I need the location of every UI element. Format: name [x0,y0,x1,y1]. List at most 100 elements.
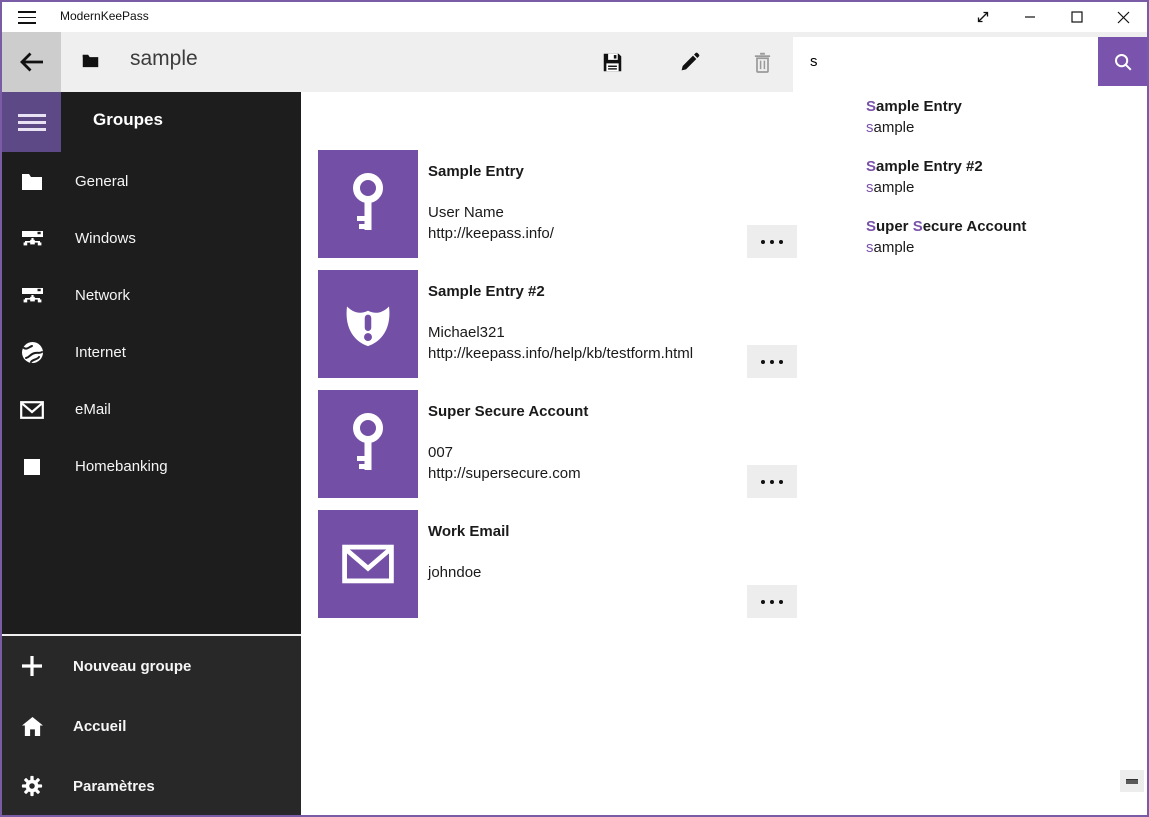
folder-icon [21,173,43,191]
database-title: sample [130,47,198,71]
sidebar-item-label: eMail [75,401,111,418]
close-button[interactable] [1100,2,1147,32]
key-icon [346,173,390,235]
sidebar: Groupes General Windows Network Internet… [2,92,301,815]
entry-tile[interactable] [318,390,418,498]
nav-hamburger-button[interactable] [2,92,61,152]
entry-title: Sample Entry [428,163,524,180]
mail-icon [342,544,394,584]
back-button[interactable] [2,32,61,92]
groups-header: Groupes [93,110,163,130]
sidebar-item-label: Accueil [73,718,126,735]
minimize-icon [1024,11,1036,23]
entry-details: Michael321http://keepass.info/help/kb/te… [428,322,693,364]
sidebar-item-icon-box [2,401,62,419]
search-suggestion-item[interactable]: Super Secure Account sample [866,209,1136,269]
search-input[interactable] [793,37,1110,86]
suggestion-subtitle: sample [866,118,1136,137]
sidebar-item-label: Internet [75,344,126,361]
entry-details: 007http://supersecure.com [428,442,581,484]
globe-icon [21,341,44,364]
more-button[interactable] [747,465,797,498]
suggestion-title: Sample Entry [866,97,1136,116]
square-icon [24,459,40,475]
save-button[interactable] [588,38,636,86]
sidebar-item-homebanking[interactable]: Homebanking [2,438,301,495]
sidebar-item-label: Homebanking [75,458,168,475]
zoom-out-button[interactable] [1120,770,1144,792]
suggestion-title: Sample Entry #2 [866,157,1136,176]
hamburger-icon [18,114,46,131]
entry-row[interactable]: Sample Entry #2 Michael321http://keepass… [317,270,799,378]
home-icon [21,716,44,737]
sidebar-item-email[interactable]: eMail [2,381,301,438]
sidebar-item-general[interactable]: General [2,153,301,210]
sidebar-item-icon-box [2,341,62,364]
sidebar-item-windows[interactable]: Windows [2,210,301,267]
group-list: General Windows Network Internet eMail H… [2,153,301,495]
sidebar-item-label: General [75,173,128,190]
search-icon [1113,52,1133,72]
network-pc-icon [21,230,44,247]
sidebar-item-accueil[interactable]: Accueil [2,696,301,756]
entry-tile[interactable] [318,150,418,258]
sidebar-item-icon-box [2,775,62,797]
sidebar-item-label: Network [75,287,130,304]
sidebar-item-icon-box [2,287,62,304]
more-button[interactable] [747,585,797,618]
sidebar-item-network[interactable]: Network [2,267,301,324]
sidebar-footer: Nouveau groupe Accueil Paramètres [2,636,301,815]
app-window: ModernKeePass sample [0,0,1149,817]
sidebar-item-icon-box [2,459,62,475]
entry-title: Sample Entry #2 [428,283,545,300]
suggestion-subtitle: sample [866,238,1136,257]
back-arrow-icon [19,51,45,73]
mail-icon [20,401,44,419]
save-icon [602,52,623,73]
entry-tile[interactable] [318,270,418,378]
sidebar-item-icon-box [2,173,62,191]
more-button[interactable] [747,225,797,258]
expand-icon [975,9,991,25]
entry-row[interactable]: Work Email johndoe [317,510,799,618]
pencil-icon [679,52,700,73]
plus-icon [21,655,43,677]
minimize-button[interactable] [1006,2,1053,32]
network-pc-icon [21,287,44,304]
sidebar-item-label: Paramètres [73,778,155,795]
maximize-icon [1071,11,1083,23]
entry-row[interactable]: Super Secure Account 007http://supersecu… [317,390,799,498]
sidebar-item-label: Windows [75,230,136,247]
entry-row[interactable]: Sample Entry User Namehttp://keepass.inf… [317,150,799,258]
trash-icon [753,52,772,73]
command-bar: sample [2,32,1147,92]
sidebar-item-icon-box [2,655,62,677]
maximize-button[interactable] [1053,2,1100,32]
entry-title: Super Secure Account [428,403,588,420]
search-suggestions: Sample Entry sample Sample Entry #2 samp… [866,89,1136,269]
sidebar-item-icon-box [2,716,62,737]
entry-details: User Namehttp://keepass.info/ [428,202,554,244]
more-button[interactable] [747,345,797,378]
app-title: ModernKeePass [60,9,149,23]
sidebar-item-internet[interactable]: Internet [2,324,301,381]
entry-list: Sample Entry User Namehttp://keepass.inf… [317,150,799,630]
titlebar-hamburger-icon[interactable] [18,11,36,24]
window-controls [959,2,1147,32]
entry-title: Work Email [428,523,509,540]
search-suggestion-item[interactable]: Sample Entry sample [866,89,1136,149]
search-field [793,37,1147,92]
database-folder-icon [82,54,99,73]
search-suggestion-item[interactable]: Sample Entry #2 sample [866,149,1136,209]
suggestion-title: Super Secure Account [866,217,1136,236]
delete-button[interactable] [738,38,786,86]
edit-button[interactable] [665,38,713,86]
sidebar-item-param-tres[interactable]: Paramètres [2,756,301,816]
entry-tile[interactable] [318,510,418,618]
shield-alert-icon [340,296,396,352]
search-button[interactable] [1098,37,1147,86]
sidebar-item-nouveau-groupe[interactable]: Nouveau groupe [2,636,301,696]
sidebar-item-label: Nouveau groupe [73,658,191,675]
fullscreen-button[interactable] [959,2,1006,32]
titlebar: ModernKeePass [2,2,1147,32]
